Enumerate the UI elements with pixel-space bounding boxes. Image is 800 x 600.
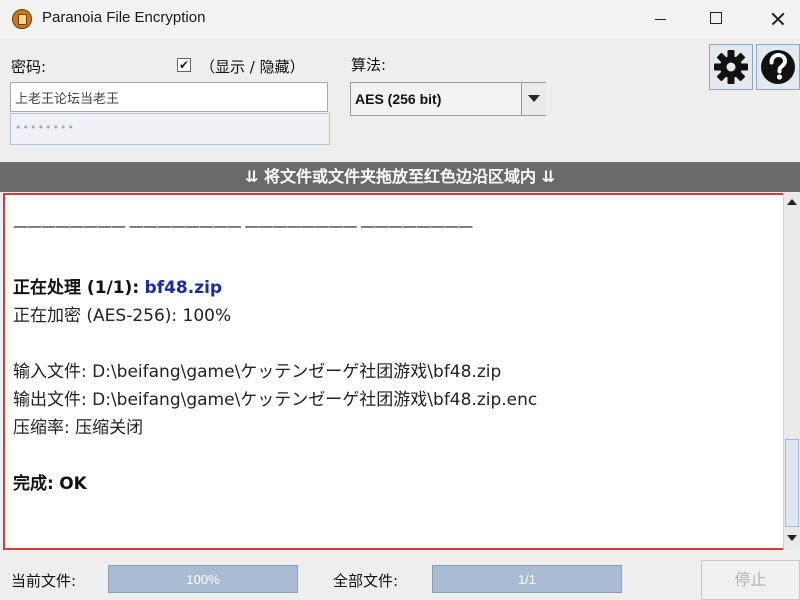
help-button[interactable] (756, 44, 800, 90)
minimize-button[interactable] (638, 0, 684, 38)
close-button[interactable] (754, 0, 800, 38)
log-encrypting: 正在加密 (AES-256): 100% (13, 306, 232, 326)
algorithm-selected-value: AES (256 bit) (355, 91, 442, 107)
log-output-file: 输出文件: D:\beifang\game\ケッテンゼーゲ社团游戏\bf48.z… (13, 390, 538, 410)
show-password-label[interactable]: （显示 / 隐藏） (200, 56, 305, 77)
log-done-label: 完成: (13, 474, 54, 494)
password-input[interactable] (10, 82, 328, 112)
gear-icon (714, 50, 748, 84)
minimize-icon (655, 19, 666, 20)
log-processing-file: bf48.zip (144, 278, 223, 298)
current-file-progress-text: 100% (186, 572, 220, 587)
password-confirm-mask: •••••••• (15, 121, 75, 134)
question-icon (761, 50, 795, 84)
log-processing-label: 正在处理 (1/1): (13, 278, 140, 298)
password-label: 密码: (11, 58, 47, 76)
current-file-progress: 100% (108, 565, 298, 593)
app-window: Paranoia File Encryption 密码: ✔ （显示 / 隐藏）… (0, 0, 800, 600)
chevron-down-icon (528, 95, 540, 102)
current-file-label: 当前文件: (11, 572, 77, 590)
all-files-progress-text: 1/1 (517, 572, 537, 587)
arrow-up-icon (787, 199, 797, 205)
show-password-checkbox[interactable]: ✔ (177, 58, 191, 72)
all-files-label: 全部文件: (333, 572, 399, 590)
scroll-thumb[interactable] (785, 439, 799, 527)
log-done-line: 完成: OK (13, 469, 87, 494)
algorithm-dropdown-button[interactable] (521, 83, 546, 115)
arrow-down-icon (787, 535, 797, 541)
maximize-icon (710, 12, 722, 24)
window-title: Paranoia File Encryption (42, 9, 206, 26)
scroll-up-button[interactable] (784, 193, 800, 211)
log-scrollbar[interactable] (783, 193, 800, 550)
title-bar: Paranoia File Encryption (0, 0, 800, 38)
log-done-status: OK (59, 474, 87, 494)
settings-button[interactable] (709, 44, 753, 90)
algorithm-select[interactable]: AES (256 bit) (350, 82, 546, 116)
app-icon (12, 9, 32, 29)
log-compression: 压缩率: 压缩关闭 (13, 418, 144, 438)
scroll-down-button[interactable] (784, 529, 800, 547)
log-input-file: 输入文件: D:\beifang\game\ケッテンゼーゲ社团游戏\bf48.z… (13, 362, 502, 382)
algorithm-label: 算法: (351, 56, 387, 74)
drop-zone-log[interactable]: ———————— ———————— ———————— ———————— 正在处理… (3, 193, 800, 550)
all-files-progress: 1/1 (432, 565, 622, 593)
log-separator: ———————— ———————— ———————— ———————— (13, 217, 473, 235)
log-processing-line: 正在处理 (1/1): bf48.zip (13, 273, 222, 298)
password-confirm-field[interactable]: •••••••• (10, 113, 330, 145)
stop-button[interactable]: 停止 (701, 560, 800, 600)
drop-zone-banner: ⇊ 将文件或文件夹拖放至红色边沿区域内 ⇊ (0, 162, 800, 192)
maximize-button[interactable] (692, 0, 738, 38)
